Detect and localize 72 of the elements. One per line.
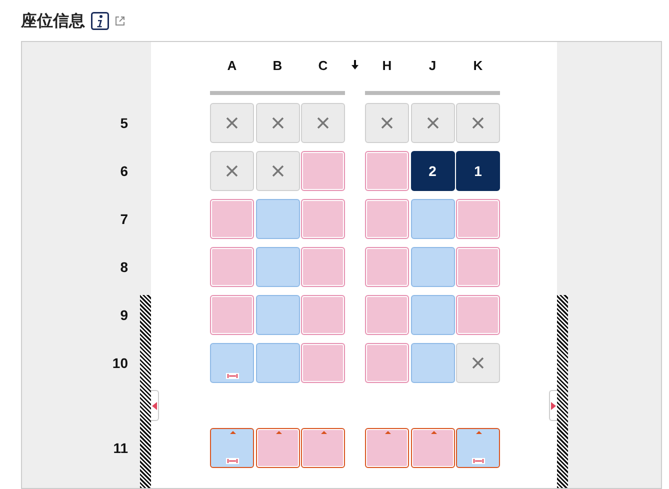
section-title: 座位信息 xyxy=(21,10,85,32)
unavailable-seat[interactable] xyxy=(456,103,500,143)
cross-icon xyxy=(472,117,484,129)
unavailable-seat[interactable] xyxy=(456,343,500,383)
cross-icon xyxy=(426,117,438,129)
seat[interactable] xyxy=(256,428,300,468)
seat[interactable] xyxy=(301,343,345,383)
column-letter: A xyxy=(226,56,238,74)
seat[interactable] xyxy=(456,247,500,287)
unavailable-seat[interactable] xyxy=(365,103,409,143)
row-number: 11 xyxy=(112,438,128,458)
cross-icon xyxy=(381,117,393,129)
seat[interactable] xyxy=(365,199,409,239)
column-letter: K xyxy=(472,56,484,74)
unavailable-seat[interactable] xyxy=(256,151,300,191)
left-arrow-icon xyxy=(152,402,157,410)
seat[interactable] xyxy=(301,151,345,191)
row-number: 6 xyxy=(119,162,128,180)
row-number: 9 xyxy=(119,306,128,324)
row-number: 7 xyxy=(119,210,128,228)
unavailable-seat[interactable] xyxy=(410,103,454,143)
seat[interactable] xyxy=(301,247,345,287)
seat[interactable] xyxy=(301,428,345,468)
seat[interactable] xyxy=(365,151,409,191)
seat[interactable]: 1 xyxy=(456,151,500,191)
scroll-right-button[interactable] xyxy=(549,390,557,421)
seat[interactable] xyxy=(210,199,254,239)
seat[interactable]: 2 xyxy=(410,151,454,191)
exit-arrow-icon xyxy=(385,431,391,434)
cross-icon xyxy=(272,117,284,129)
seat[interactable] xyxy=(365,295,409,335)
seat[interactable] xyxy=(301,295,345,335)
cross-icon xyxy=(226,165,238,177)
scroll-left-button[interactable] xyxy=(151,390,159,421)
exit-arrow-icon xyxy=(321,431,327,434)
column-letter: J xyxy=(428,56,438,74)
info-icon[interactable] xyxy=(91,12,109,30)
exit-arrow-icon xyxy=(476,431,482,434)
row-number: 10 xyxy=(111,354,128,372)
passenger-number: 2 xyxy=(428,162,436,180)
cross-icon xyxy=(272,165,284,177)
cross-icon xyxy=(226,117,238,129)
unavailable-seat[interactable] xyxy=(210,103,254,143)
unavailable-seat[interactable] xyxy=(210,151,254,191)
column-letter: C xyxy=(317,56,329,74)
row-number: 8 xyxy=(119,258,128,276)
seat[interactable] xyxy=(456,295,500,335)
row-number: 5 xyxy=(119,114,128,132)
column-letter: H xyxy=(381,56,393,74)
cross-icon xyxy=(317,117,329,129)
passenger-number: 1 xyxy=(474,162,482,180)
seat[interactable] xyxy=(410,428,454,468)
exit-arrow-icon xyxy=(276,431,282,434)
seat[interactable] xyxy=(210,247,254,287)
seat[interactable] xyxy=(210,295,254,335)
right-arrow-icon xyxy=(551,402,556,410)
seat[interactable] xyxy=(210,343,254,383)
seat[interactable] xyxy=(365,343,409,383)
seat[interactable] xyxy=(365,428,409,468)
exit-arrow-icon xyxy=(230,431,236,434)
exit-arrow-icon xyxy=(430,431,436,434)
seat[interactable] xyxy=(301,199,345,239)
seat[interactable] xyxy=(210,428,254,468)
column-letter: B xyxy=(272,56,284,74)
seat[interactable] xyxy=(456,199,500,239)
cross-icon xyxy=(472,357,484,369)
seat[interactable] xyxy=(456,428,500,468)
external-link-icon[interactable] xyxy=(115,16,125,26)
unavailable-seat[interactable] xyxy=(256,103,300,143)
seat[interactable] xyxy=(365,247,409,287)
aisle-arrow-icon xyxy=(352,60,358,70)
unavailable-seat[interactable] xyxy=(301,103,345,143)
